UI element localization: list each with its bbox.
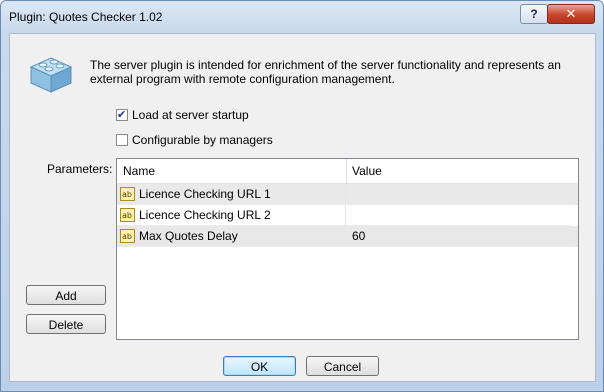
table-row[interactable]: ab Max Quotes Delay 60 (117, 226, 578, 247)
grid-header: Name Value (117, 159, 578, 184)
load-at-startup-checkbox[interactable] (116, 108, 128, 121)
add-button[interactable]: Add (26, 285, 106, 305)
table-row[interactable]: ab Licence Checking URL 1 (117, 184, 578, 205)
parameter-value-cell[interactable]: 60 (346, 226, 570, 247)
title-bar[interactable]: Plugin: Quotes Checker 1.02 ? ✕ (1, 1, 603, 33)
parameter-name: Licence Checking URL 1 (139, 186, 271, 201)
text-field-icon: ab (120, 187, 135, 201)
help-button[interactable]: ? (520, 4, 548, 24)
column-header-name[interactable]: Name (117, 159, 346, 183)
parameter-name: Licence Checking URL 2 (139, 207, 271, 222)
window-title: Plugin: Quotes Checker 1.02 (9, 10, 163, 24)
plugin-dialog: Plugin: Quotes Checker 1.02 ? ✕ The serv… (0, 0, 604, 392)
parameter-name-cell[interactable]: ab Licence Checking URL 2 (117, 205, 346, 226)
configurable-by-managers-option[interactable]: Configurable by managers (116, 133, 273, 147)
delete-button[interactable]: Delete (26, 314, 106, 334)
parameters-label: Parameters: (47, 162, 113, 176)
text-field-icon: ab (120, 208, 135, 222)
dialog-body: The server plugin is intended for enrich… (9, 33, 596, 382)
plugin-description: The server plugin is intended for enrich… (90, 58, 561, 86)
svg-text:ab: ab (122, 211, 132, 220)
configurable-by-managers-label: Configurable by managers (132, 133, 273, 147)
load-at-startup-label: Load at server startup (132, 108, 249, 122)
configurable-by-managers-checkbox[interactable] (116, 134, 128, 146)
load-at-startup-option[interactable]: Load at server startup (116, 108, 249, 122)
table-row[interactable]: ab Licence Checking URL 2 (117, 205, 578, 226)
ok-button[interactable]: OK (223, 356, 296, 376)
parameters-grid[interactable]: Name Value ab Licence Checking URL 1 ab … (116, 158, 579, 340)
parameter-name-cell[interactable]: ab Licence Checking URL 1 (117, 184, 346, 205)
svg-text:ab: ab (122, 232, 132, 241)
parameter-value-cell[interactable] (346, 205, 570, 226)
svg-text:ab: ab (122, 190, 132, 199)
parameter-name-cell[interactable]: ab Max Quotes Delay (117, 226, 346, 247)
parameter-value-cell[interactable] (346, 184, 570, 205)
parameter-name: Max Quotes Delay (139, 228, 238, 243)
plugin-icon (29, 57, 73, 93)
text-field-icon: ab (120, 229, 135, 243)
cancel-button[interactable]: Cancel (306, 356, 379, 376)
close-button[interactable]: ✕ (547, 4, 595, 24)
column-header-value[interactable]: Value (346, 159, 578, 183)
